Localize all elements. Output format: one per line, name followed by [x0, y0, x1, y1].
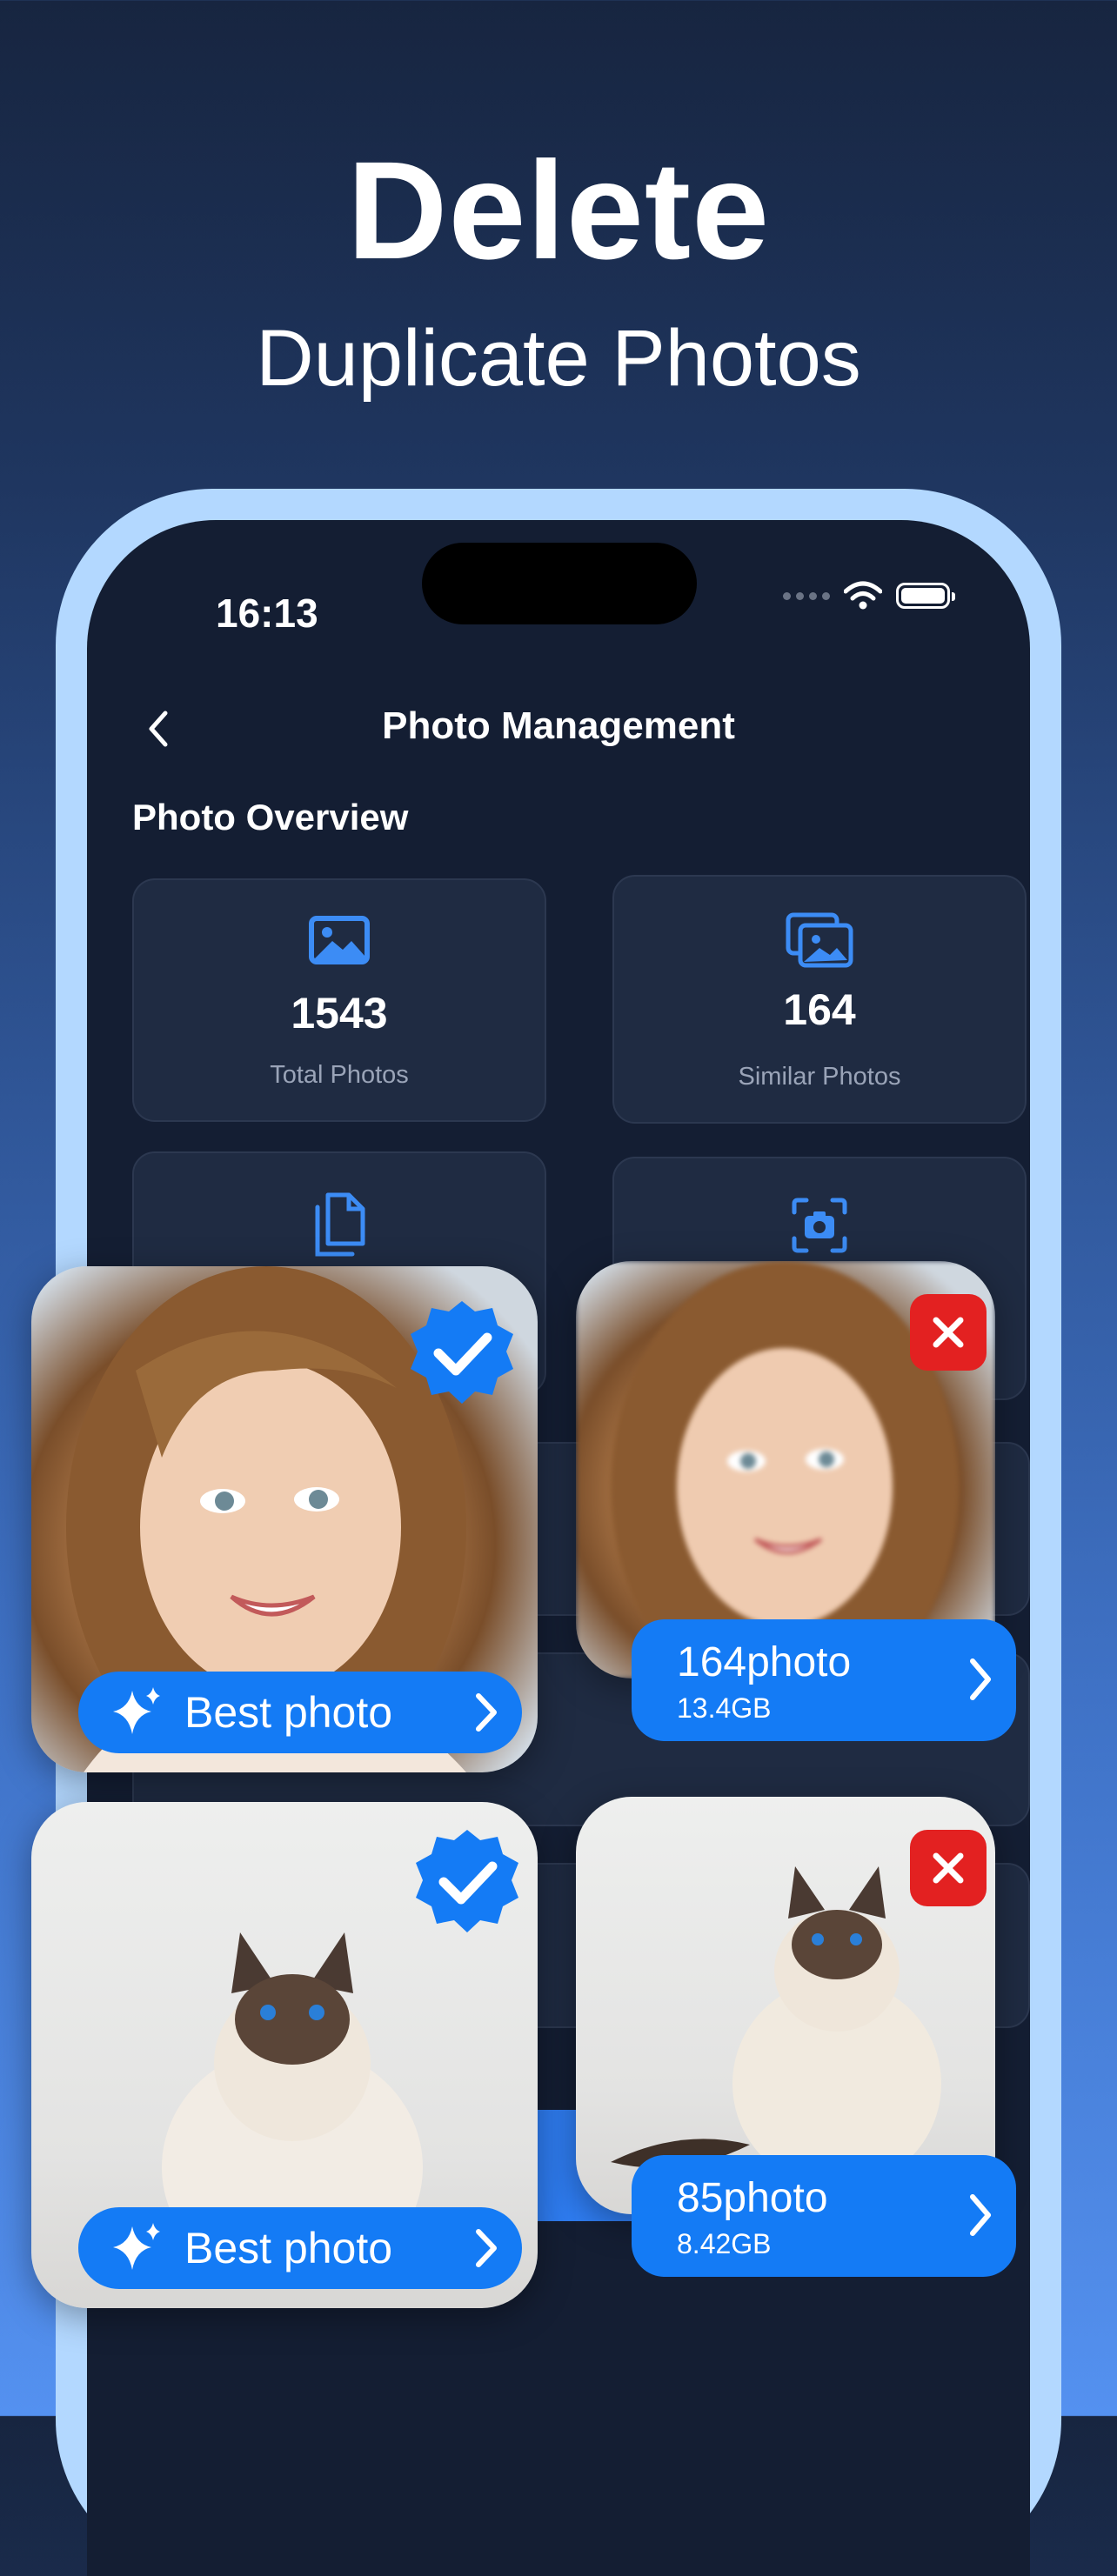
total-photos-value: 1543: [291, 989, 388, 1038]
best-photo-label: Best photo: [184, 1688, 393, 1737]
status-icons: [783, 574, 955, 617]
sparkle-icon: [113, 1687, 160, 1734]
similar-group-pill[interactable]: 164photo 13.4GB: [632, 1619, 1016, 1741]
promo-title: Delete: [346, 132, 771, 288]
total-photos-card[interactable]: 1543 Total Photos: [132, 878, 546, 1122]
best-check-icon: [411, 1301, 513, 1404]
best-photo-pill[interactable]: Best photo: [78, 1672, 522, 1753]
page-title: Photo Management: [382, 704, 735, 747]
chevron-right-icon: [476, 2229, 497, 2267]
delete-badge[interactable]: [910, 1294, 987, 1371]
screenshot-camera-icon: [792, 1198, 847, 1253]
duplicate-docs-icon: [315, 1192, 365, 1257]
photos-stack-icon: [786, 912, 853, 968]
best-photo-label: Best photo: [184, 2224, 393, 2272]
duplicate-group-pill[interactable]: 85photo 8.42GB: [632, 2155, 1016, 2277]
duplicate-cat-tile[interactable]: [576, 1797, 995, 2214]
best-photo-pill[interactable]: Best photo: [78, 2207, 522, 2289]
best-check-icon: [416, 1830, 518, 1932]
close-icon: [933, 1317, 964, 1348]
chevron-right-icon: [970, 2194, 991, 2236]
battery-icon: [896, 583, 955, 609]
promo-subtitle: Duplicate Photos: [256, 314, 861, 403]
delete-badge[interactable]: [910, 1830, 987, 1906]
similar-group-size: 13.4GB: [677, 1692, 772, 1724]
best-cat-tile[interactable]: Best photo: [31, 1802, 538, 2308]
status-time: 16:13: [216, 591, 318, 636]
best-photo-tile[interactable]: Best photo: [31, 1266, 538, 1772]
sparkle-icon: [113, 2223, 160, 2270]
total-photos-label: Total Photos: [270, 1061, 409, 1089]
similar-photos-label: Similar Photos: [738, 1063, 901, 1091]
image-icon: [309, 916, 370, 964]
chevron-right-icon: [970, 1658, 991, 1700]
similar-group-count: 164photo: [677, 1639, 852, 1685]
duplicate-group-size: 8.42GB: [677, 2228, 772, 2259]
wifi-icon: [844, 581, 882, 610]
chevron-right-icon: [476, 1693, 497, 1732]
duplicate-group-count: 85photo: [677, 2175, 828, 2221]
similar-photos-card[interactable]: 164 Similar Photos: [612, 875, 1027, 1124]
signal-icon: [783, 591, 830, 600]
dynamic-island: [422, 543, 697, 624]
similar-photos-value: 164: [783, 985, 856, 1034]
similar-photo-tile[interactable]: [576, 1261, 995, 1678]
section-title: Photo Overview: [132, 797, 409, 838]
close-icon: [933, 1852, 964, 1884]
